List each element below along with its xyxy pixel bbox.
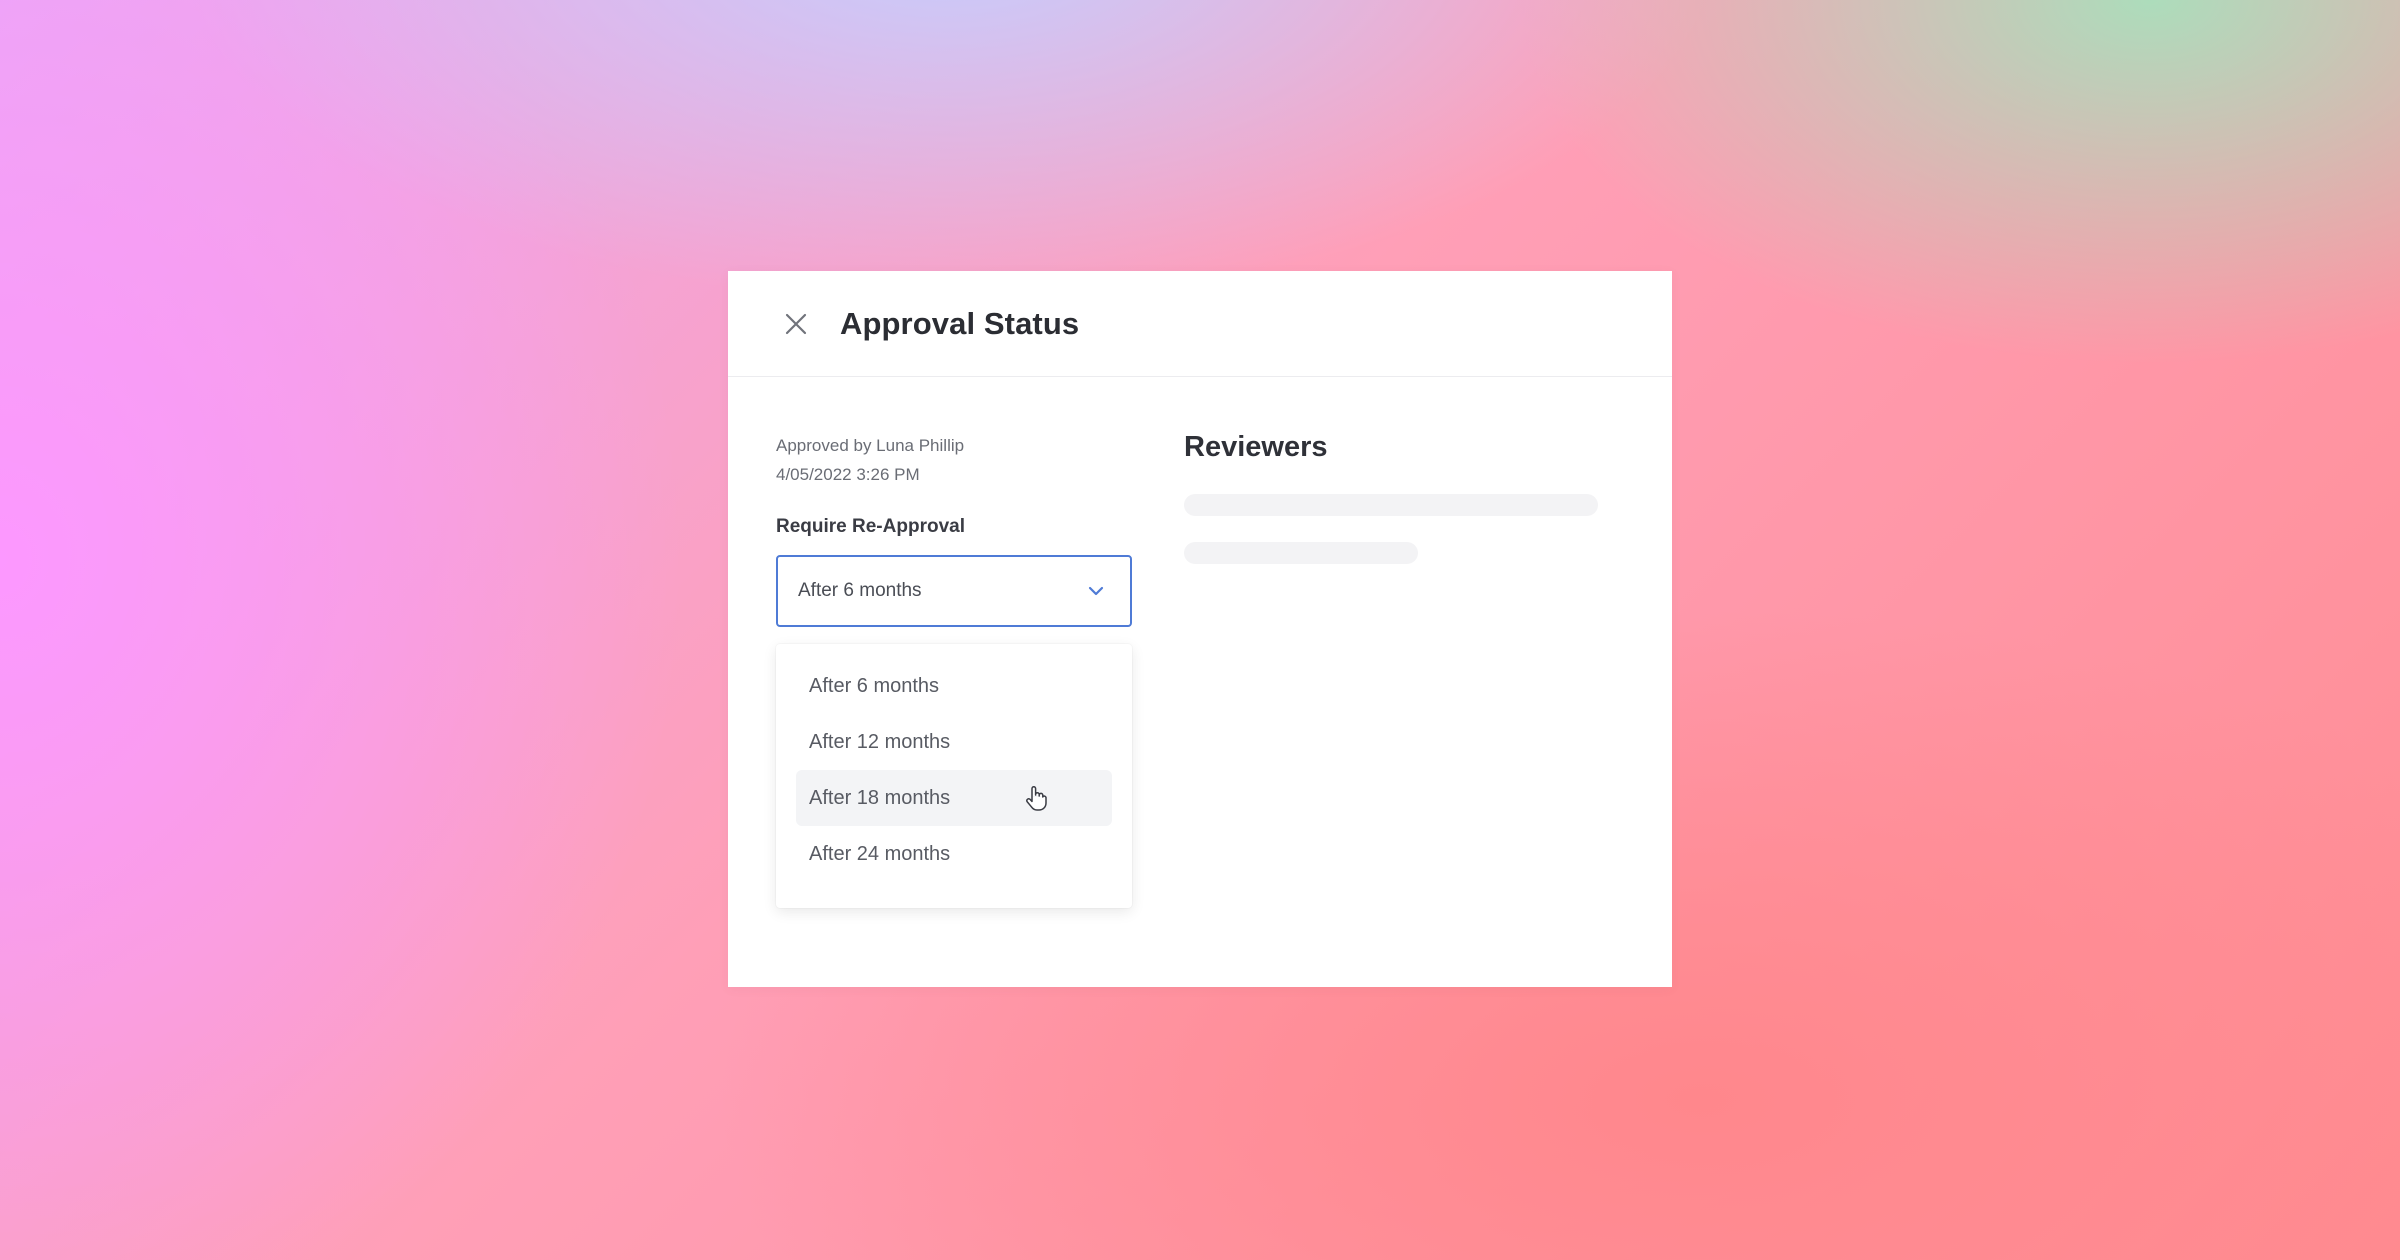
option-after-24-months[interactable]: After 24 months bbox=[796, 826, 1112, 882]
close-icon bbox=[785, 313, 807, 334]
hand-cursor-icon bbox=[1026, 785, 1047, 811]
approval-status-modal: Approval Status Approved by Luna Phillip… bbox=[728, 271, 1672, 987]
option-after-18-months[interactable]: After 18 months bbox=[796, 770, 1112, 826]
reviewers-title: Reviewers bbox=[1184, 431, 1328, 463]
reapproval-select[interactable]: After 6 months bbox=[776, 555, 1132, 627]
option-after-12-months[interactable]: After 12 months bbox=[796, 714, 1112, 770]
reviewers-section: Reviewers bbox=[1184, 431, 1604, 564]
close-button[interactable] bbox=[780, 308, 812, 340]
reviewer-skeleton-line bbox=[1184, 542, 1418, 564]
approval-details: Approved by Luna Phillip 4/05/2022 3:26 … bbox=[776, 431, 1132, 627]
modal-header: Approval Status bbox=[728, 271, 1672, 377]
select-value: After 6 months bbox=[798, 580, 922, 601]
option-label: After 18 months bbox=[809, 786, 951, 809]
approved-by-text: Approved by Luna Phillip bbox=[776, 436, 965, 455]
reapproval-dropdown-menu: After 6 months After 12 months After 18 … bbox=[776, 644, 1132, 908]
reapproval-label: Require Re-Approval bbox=[776, 516, 965, 537]
modal-title: Approval Status bbox=[840, 305, 1080, 341]
approval-timestamp: 4/05/2022 3:26 PM bbox=[776, 465, 920, 484]
option-after-6-months[interactable]: After 6 months bbox=[796, 658, 1112, 714]
reviewer-skeleton-line bbox=[1184, 494, 1598, 516]
chevron-down-icon bbox=[1086, 581, 1106, 601]
